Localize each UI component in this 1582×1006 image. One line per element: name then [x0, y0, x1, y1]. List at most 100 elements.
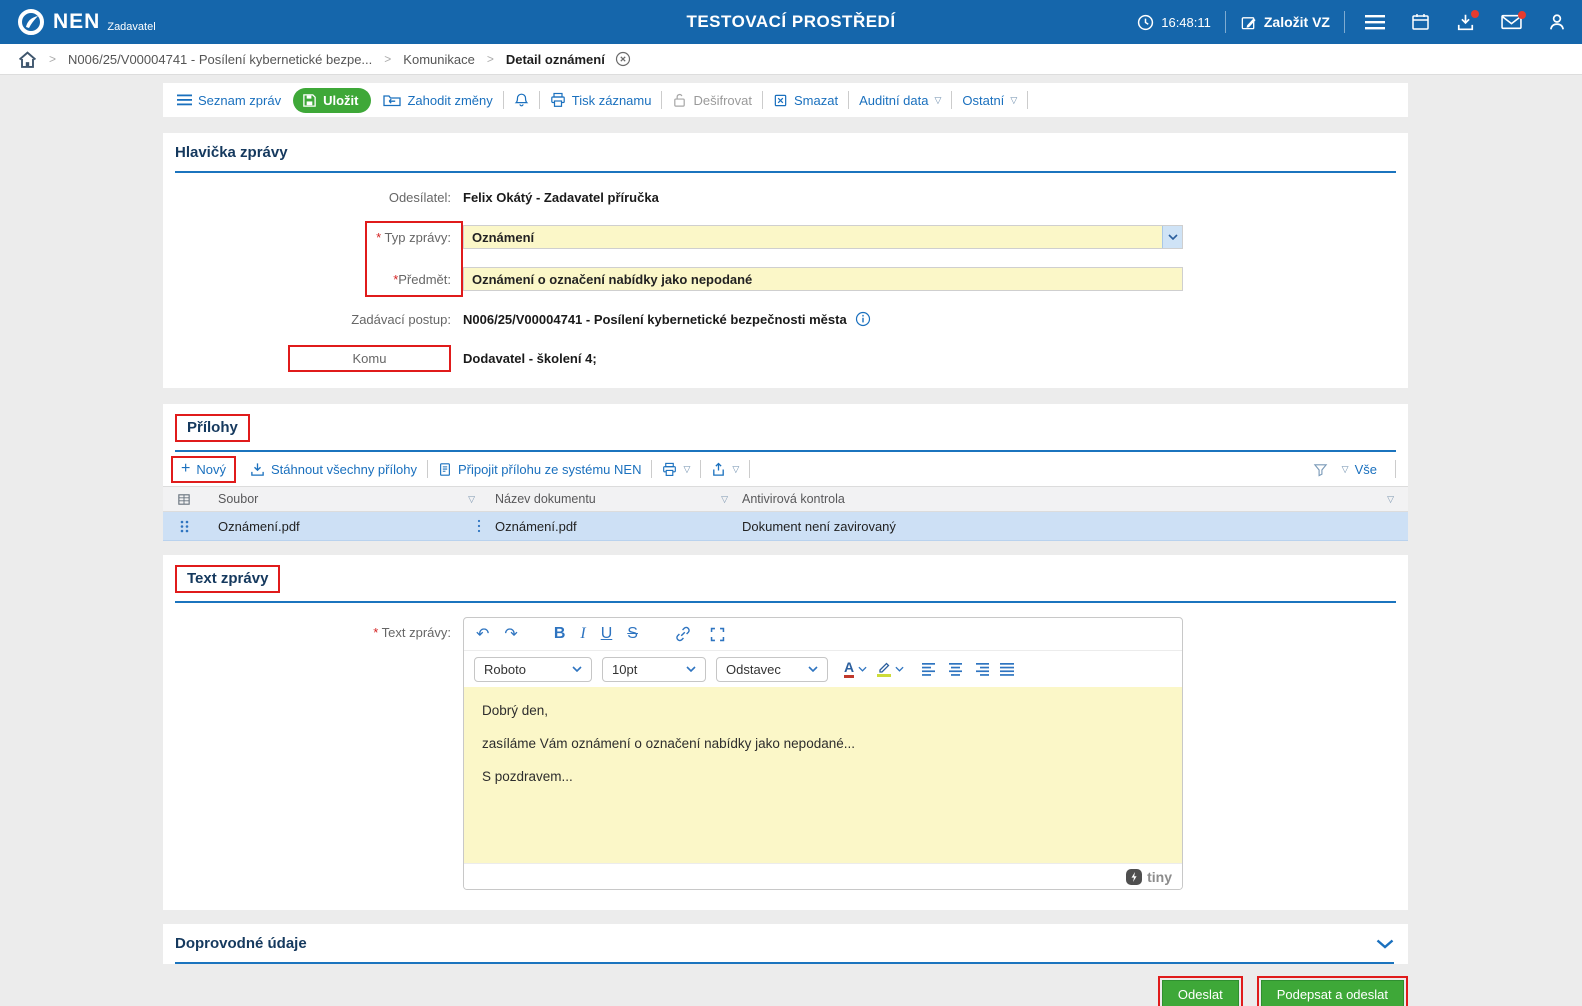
italic-icon[interactable]: I — [580, 625, 585, 643]
text-color-button[interactable]: A — [844, 660, 867, 678]
expand-chevron-icon[interactable] — [1376, 939, 1394, 949]
tiny-logo-icon — [1126, 868, 1143, 885]
save-button[interactable]: Uložit — [293, 87, 372, 113]
menu-icon[interactable] — [1365, 14, 1385, 30]
filter-caret-icon: ▽ — [683, 463, 691, 474]
attachment-row[interactable]: Oznámení.pdf Oznámení.pdf Dokument není … — [163, 512, 1408, 541]
underline-icon[interactable]: U — [601, 625, 613, 643]
chevron-down-icon — [858, 666, 867, 672]
close-tab-icon[interactable] — [615, 51, 631, 67]
record-toolbar: Seznam zpráv Uložit Zahodit změny Tisk z — [163, 83, 1408, 117]
current-time: 16:48:11 — [1161, 14, 1211, 30]
breadcrumb-item-procedure[interactable]: N006/25/V00004741 - Posílení kybernetick… — [68, 52, 372, 67]
paragraph-format-select[interactable]: Odstavec — [716, 656, 828, 682]
annotation-box-attachments-title: Přílohy — [175, 414, 250, 442]
attachments-filter-controls: ▽ Vše — [1313, 460, 1400, 478]
attachments-toolbar: + Nový Stáhnout všechny přílohy Připojit… — [163, 452, 1408, 486]
rich-text-editor[interactable]: ↶ ↷ B I U S Roboto 10pt Odstavec A Dobrý… — [463, 617, 1183, 890]
message-type-label: * Typ zprávy: — [376, 229, 451, 245]
chevron-down-icon[interactable] — [1162, 226, 1182, 248]
other-menu[interactable]: Ostatní ▽ — [956, 93, 1023, 108]
font-family-select[interactable]: Roboto — [474, 656, 592, 682]
accompanying-data-section: Doprovodné údaje — [163, 924, 1408, 964]
document-icon — [438, 462, 452, 477]
align-right-icon[interactable] — [974, 662, 990, 676]
list-icon — [177, 94, 192, 106]
attachments-section: Přílohy + Nový Stáhnout všechny přílohy — [163, 404, 1408, 541]
calendar-icon[interactable] — [1411, 13, 1430, 31]
grid-settings-icon[interactable] — [163, 492, 205, 507]
cell-antivir: Dokument není zavirovaný — [742, 518, 896, 534]
text-color-icon: A — [844, 660, 855, 678]
message-text-label: * Text zprávy: — [373, 625, 451, 640]
filter-caret-icon[interactable]: ▽ — [721, 494, 738, 505]
filter-caret-icon[interactable]: ▽ — [1387, 494, 1394, 505]
strikethrough-icon[interactable]: S — [627, 625, 638, 643]
filter-all-dropdown[interactable]: ▽ Vše — [1336, 462, 1383, 477]
audit-data-menu[interactable]: Auditní data ▽ — [853, 93, 947, 108]
delete-icon — [773, 93, 788, 108]
sign-and-send-button[interactable]: Podepsat a odeslat — [1260, 980, 1404, 1006]
filter-caret-icon: ▽ — [1010, 94, 1018, 105]
print-attachments-button[interactable]: ▽ — [656, 462, 696, 477]
clock-icon — [1137, 14, 1154, 31]
font-size-select[interactable]: 10pt — [602, 656, 706, 682]
column-header-soubor[interactable]: Soubor ▽ — [205, 492, 485, 506]
annotation-box-send: Odeslat — [1157, 976, 1243, 1006]
link-icon[interactable] — [674, 625, 692, 643]
attachments-table-header: Soubor ▽ Název dokumentu ▽ Antivirová ko… — [163, 486, 1408, 512]
tiny-brand-label: tiny — [1147, 868, 1172, 885]
export-attachments-button[interactable]: ▽ — [705, 462, 745, 477]
discard-changes-button[interactable]: Zahodit změny — [377, 93, 498, 108]
redo-icon[interactable]: ↷ — [504, 624, 517, 644]
funnel-icon[interactable] — [1313, 462, 1328, 477]
align-center-icon[interactable] — [948, 662, 964, 676]
divider — [762, 91, 763, 109]
notifications-bell-button[interactable] — [508, 92, 535, 108]
info-icon[interactable] — [855, 311, 871, 327]
subject-input[interactable]: Oznámení o označení nabídky jako nepodan… — [463, 267, 1183, 291]
environment-title: TESTOVACÍ PROSTŘEDÍ — [686, 12, 896, 31]
create-vz-label: Založit VZ — [1263, 14, 1330, 30]
plus-icon: + — [181, 460, 191, 477]
send-button[interactable]: Odeslat — [1161, 980, 1239, 1006]
mail-icon[interactable] — [1501, 11, 1526, 30]
print-record-button[interactable]: Tisk záznamu — [544, 92, 658, 108]
downloads-icon[interactable] — [1456, 10, 1479, 31]
home-icon[interactable] — [18, 50, 37, 68]
fullscreen-icon[interactable] — [709, 626, 726, 643]
field-message-type: * Typ zprávy: Oznámení — [163, 225, 1408, 249]
undo-icon[interactable]: ↶ — [476, 624, 489, 644]
revert-icon — [383, 93, 402, 107]
new-attachment-button[interactable]: + Nový — [181, 460, 226, 477]
breadcrumb: > N006/25/V00004741 - Posílení kyberneti… — [0, 44, 1582, 75]
divider — [538, 91, 540, 109]
create-vz-button[interactable]: Založit VZ — [1240, 14, 1330, 31]
annotation-box-message-text-title: Text zprávy — [175, 565, 281, 593]
download-all-attachments-button[interactable]: Stáhnout všechny přílohy — [244, 462, 423, 477]
user-icon[interactable] — [1548, 13, 1566, 31]
attach-from-nen-button[interactable]: Připojit přílohu ze systému NEN — [432, 462, 648, 477]
header-actions: 16:48:11 Založit VZ — [1137, 10, 1566, 33]
bold-icon[interactable]: B — [554, 625, 566, 643]
filter-caret-icon[interactable]: ▽ — [468, 494, 485, 505]
highlight-color-button[interactable] — [877, 661, 904, 677]
nen-brand[interactable]: NEN Zadavatel — [16, 7, 156, 37]
delete-button[interactable]: Smazat — [767, 93, 844, 108]
editor-content[interactable]: Dobrý den, zasíláme Vám oznámení o označ… — [464, 687, 1182, 863]
column-resize-handle[interactable] — [477, 519, 485, 533]
message-type-input[interactable]: Oznámení — [463, 225, 1183, 249]
divider — [1395, 460, 1396, 478]
message-list-button[interactable]: Seznam zpráv — [171, 93, 287, 108]
attachments-table: Soubor ▽ Název dokumentu ▽ Antivirová ko… — [163, 486, 1408, 541]
breadcrumb-item-communication[interactable]: Komunikace — [403, 52, 475, 67]
column-header-antivir[interactable]: Antivirová kontrola ▽ — [738, 492, 1408, 506]
section-rule — [175, 962, 1394, 964]
printer-icon — [662, 462, 677, 477]
column-header-nazev[interactable]: Název dokumentu ▽ — [485, 492, 738, 506]
notification-badge — [1518, 11, 1526, 19]
align-justify-icon[interactable] — [1000, 662, 1016, 676]
procedure-label: Zadávací postup: — [351, 311, 451, 327]
drag-handle-icon[interactable] — [163, 520, 205, 533]
align-left-icon[interactable] — [922, 662, 938, 676]
